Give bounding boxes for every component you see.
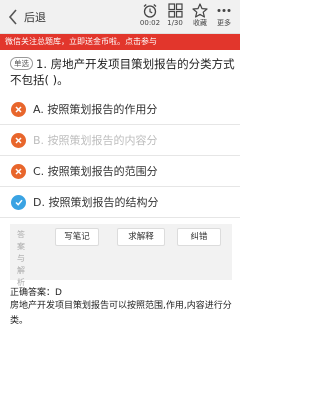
correct-answer: 正确答案：D [10,288,62,298]
question-index[interactable]: 1/30 [161,3,189,28]
alarm-clock-icon [143,4,157,18]
option-c[interactable]: C. 按照策划报告的范围分 [0,156,240,187]
answer-panel: 答案与解析 写笔记 求解释 纠错 [10,224,232,287]
promo-banner[interactable]: 微信关注总题库，立即送金币啦。点击参与 [0,34,240,50]
more-label: 更多 [217,19,231,27]
timer-value: 00:02 [139,19,161,27]
more-dots-icon [217,9,231,12]
wrong-mark-icon [11,101,26,117]
question-text: 1. 房地产开发项目策划报告的分类方式不包括( )。 [10,57,235,87]
top-bar: 后退 00:02 1/30 收藏 更多 [0,0,240,34]
back-button[interactable]: 后退 [4,0,46,34]
option-text: D. 按照策划报告的结构分 [33,196,159,209]
option-text: C. 按照策划报告的范围分 [33,165,158,178]
option-text: B. 按照策划报告的内容分 [33,134,158,147]
back-label: 后退 [24,11,46,24]
option-list: A. 按照策划报告的作用分 B. 按照策划报告的内容分 C. 按照策划报告的范围… [0,94,240,218]
check-mark-icon [11,194,26,210]
answer-panel-label: 答案与解析 [17,230,25,287]
request-explanation-button[interactable]: 求解释 [117,228,165,246]
option-b[interactable]: B. 按照策划报告的内容分 [0,125,240,156]
star-icon [192,3,208,18]
option-text: A. 按照策划报告的作用分 [33,103,158,116]
report-error-button[interactable]: 纠错 [177,228,221,246]
write-note-button[interactable]: 写笔记 [55,228,99,246]
chevron-left-icon [4,8,22,26]
option-a[interactable]: A. 按照策划报告的作用分 [0,94,240,125]
option-d[interactable]: D. 按照策划报告的结构分 [0,187,240,218]
wrong-mark-icon [11,132,26,148]
question: 单选 1. 房地产开发项目策划报告的分类方式不包括( )。 [10,56,236,88]
more-button[interactable]: 更多 [210,3,238,28]
page-counter: 1/30 [167,19,183,27]
explanation-text: 房地产开发项目策划报告可以按照范围,作用,内容进行分类。 [10,301,232,326]
grid-icon [167,3,183,18]
wrong-mark-icon [11,163,26,179]
question-type-badge: 单选 [10,57,33,70]
timer[interactable]: 00:02 [136,3,164,28]
